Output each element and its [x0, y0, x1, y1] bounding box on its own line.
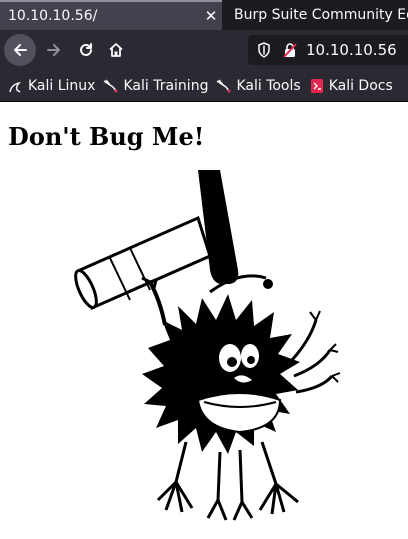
bookmark-kali-docs[interactable]: Kali Docs: [309, 78, 393, 94]
bookmark-kali-tools[interactable]: Kali Tools: [216, 77, 301, 94]
forward-arrow-icon: [47, 44, 60, 56]
url-text[interactable]: 10.10.10.56: [306, 41, 397, 59]
back-button[interactable]: [4, 34, 36, 66]
forward-button[interactable]: [38, 34, 70, 66]
tab-burp-suite[interactable]: Burp Suite Community Edit: [224, 0, 408, 30]
tab-burp-suite-label: Burp Suite Community Edit: [234, 7, 408, 23]
bookmark-label: Kali Linux: [28, 77, 96, 94]
close-tab-icon[interactable]: ✕: [200, 7, 222, 25]
kali-dragon-icon: [216, 78, 232, 94]
url-bar[interactable]: 10.10.10.56: [248, 35, 408, 65]
tab-strip: 10.10.10.56/ ✕ Burp Suite Community Edit: [0, 0, 408, 30]
kali-dragon-icon: [8, 78, 24, 94]
navigation-toolbar: 10.10.10.56: [0, 30, 408, 70]
reload-button[interactable]: [70, 34, 102, 66]
bookmark-kali-training[interactable]: Kali Training: [103, 78, 208, 94]
kali-docs-icon: [309, 78, 325, 94]
tab-active-label: 10.10.10.56/: [8, 8, 98, 24]
home-icon: [109, 43, 123, 57]
bookmark-kali-linux[interactable]: Kali Linux: [8, 78, 95, 94]
reload-icon: [80, 43, 92, 56]
bookmark-label: Kali Docs: [328, 77, 393, 94]
kali-dragon-icon: [103, 78, 119, 94]
back-arrow-icon: [14, 44, 27, 56]
tab-active[interactable]: 10.10.10.56/ ✕: [0, 0, 222, 30]
page-heading: Don't Bug Me!: [8, 122, 205, 151]
bookmark-label: Kali Tools: [236, 77, 301, 94]
bookmarks-toolbar: Kali Linux Kali Training Kali Tools Kali…: [0, 70, 408, 102]
tracking-shield-icon[interactable]: [254, 42, 274, 58]
bug-with-flyswatter-image: [74, 170, 341, 521]
insecure-connection-icon[interactable]: [280, 42, 300, 58]
bookmark-label: Kali Training: [123, 77, 209, 94]
home-button[interactable]: [100, 34, 132, 66]
page-content: Don't Bug Me!: [0, 102, 408, 539]
